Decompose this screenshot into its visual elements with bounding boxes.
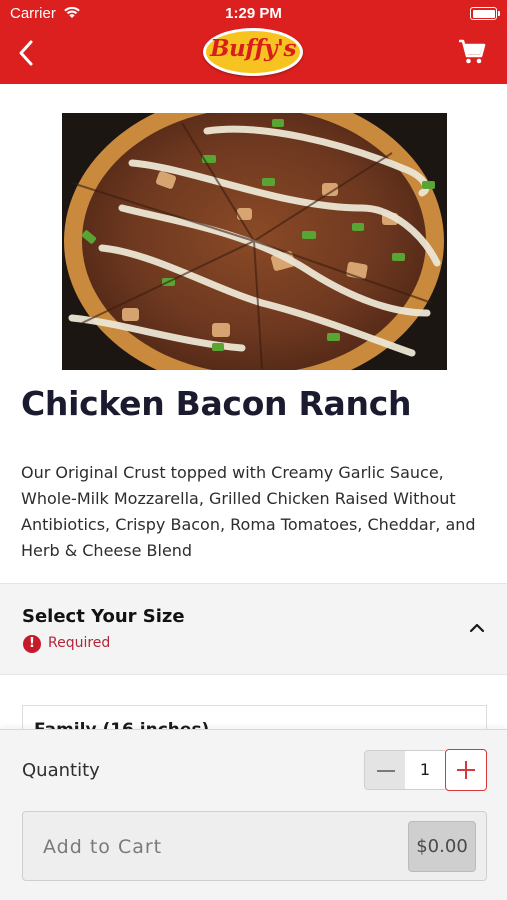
product-description: Our Original Crust topped with Creamy Ga… bbox=[21, 463, 476, 560]
brand-logo: Buffy's bbox=[203, 28, 303, 78]
chevron-up-icon[interactable] bbox=[469, 620, 485, 636]
app-header: Carrier 1:29 PM Buffy's bbox=[0, 0, 507, 84]
quantity-label: Quantity bbox=[22, 760, 100, 781]
add-to-cart-button[interactable]: Add to Cart $0.00 bbox=[22, 811, 487, 881]
size-selector-header[interactable]: Select Your Size ! Required bbox=[0, 583, 507, 675]
cart-button[interactable] bbox=[457, 37, 487, 67]
cart-icon bbox=[459, 39, 486, 64]
required-label: Required bbox=[48, 635, 111, 651]
product-image bbox=[62, 113, 447, 370]
price-badge: $0.00 bbox=[408, 821, 476, 872]
nav-bar: Buffy's bbox=[0, 26, 507, 84]
chevron-left-icon bbox=[19, 40, 33, 66]
minus-icon bbox=[377, 770, 395, 772]
size-section-title: Select Your Size bbox=[22, 606, 185, 627]
quantity-value: 1 bbox=[405, 750, 445, 790]
clock: 1:29 PM bbox=[225, 5, 282, 22]
status-bar: Carrier 1:29 PM bbox=[0, 0, 507, 26]
back-button[interactable] bbox=[12, 38, 42, 68]
increase-quantity-button[interactable] bbox=[445, 749, 487, 791]
product-title: Chicken Bacon Ranch bbox=[21, 384, 412, 423]
decrease-quantity-button[interactable] bbox=[364, 750, 406, 790]
order-panel: Quantity 1 Add to Cart $0.00 bbox=[0, 729, 507, 900]
alert-icon: ! bbox=[23, 635, 41, 653]
add-to-cart-label: Add to Cart bbox=[43, 836, 163, 858]
brand-name: Buffy's bbox=[210, 35, 296, 62]
battery-icon bbox=[470, 7, 500, 20]
